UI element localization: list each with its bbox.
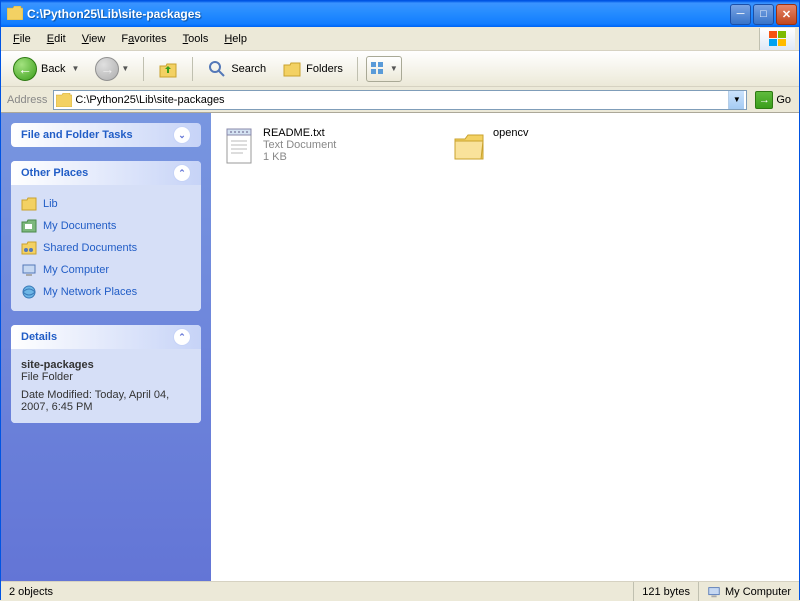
search-button[interactable]: Search bbox=[201, 55, 272, 83]
status-location-label: My Computer bbox=[725, 586, 791, 598]
back-label: Back bbox=[41, 63, 65, 75]
details-body: site-packages File Folder Date Modified:… bbox=[11, 349, 201, 423]
place-label: Lib bbox=[43, 198, 58, 210]
details-modified: Date Modified: Today, April 04, 2007, 6:… bbox=[21, 389, 191, 413]
file-readme[interactable]: README.txt Text Document 1 KB bbox=[221, 127, 421, 167]
titlebar: C:\Python25\Lib\site-packages ─ □ ✕ bbox=[1, 1, 799, 27]
window-title: C:\Python25\Lib\site-packages bbox=[27, 7, 730, 21]
folder-icon bbox=[7, 6, 23, 23]
file-name: opencv bbox=[493, 127, 528, 139]
menu-help[interactable]: Help bbox=[216, 30, 255, 48]
menu-view[interactable]: View bbox=[74, 30, 114, 48]
file-list[interactable]: README.txt Text Document 1 KB opencv bbox=[211, 113, 799, 581]
status-bytes: 121 bytes bbox=[634, 582, 699, 601]
expand-icon: ⌄ bbox=[173, 126, 191, 144]
collapse-icon: ⌃ bbox=[173, 164, 191, 182]
places-header[interactable]: Other Places ⌃ bbox=[11, 161, 201, 185]
separator bbox=[143, 57, 144, 81]
details-title: Details bbox=[21, 331, 173, 343]
window-controls: ─ □ ✕ bbox=[730, 4, 797, 25]
folder-opencv[interactable]: opencv bbox=[451, 127, 651, 167]
tasks-title: File and Folder Tasks bbox=[21, 129, 173, 141]
address-bar: Address C:\Python25\Lib\site-packages ▼ … bbox=[1, 87, 799, 113]
minimize-button[interactable]: ─ bbox=[730, 4, 751, 25]
place-label: My Network Places bbox=[43, 286, 137, 298]
separator bbox=[357, 57, 358, 81]
address-path: C:\Python25\Lib\site-packages bbox=[75, 94, 725, 106]
status-location: My Computer bbox=[699, 582, 799, 601]
folders-label: Folders bbox=[306, 63, 343, 75]
chevron-down-icon[interactable]: ▼ bbox=[71, 64, 79, 73]
place-label: Shared Documents bbox=[43, 242, 137, 254]
place-label: My Documents bbox=[43, 220, 116, 232]
forward-button[interactable]: → ▼ bbox=[89, 55, 135, 83]
toolbar: ← Back ▼ → ▼ Search Folders ▼ bbox=[1, 51, 799, 87]
place-label: My Computer bbox=[43, 264, 109, 276]
folders-button[interactable]: Folders bbox=[276, 55, 349, 83]
sidebar: File and Folder Tasks ⌄ Other Places ⌃ L… bbox=[1, 113, 211, 581]
text-file-icon bbox=[221, 127, 257, 167]
file-type: Text Document bbox=[263, 139, 336, 151]
maximize-button[interactable]: □ bbox=[753, 4, 774, 25]
tasks-header[interactable]: File and Folder Tasks ⌄ bbox=[11, 123, 201, 147]
separator bbox=[192, 57, 193, 81]
views-button[interactable]: ▼ bbox=[366, 56, 402, 82]
up-button[interactable] bbox=[152, 55, 184, 83]
address-label: Address bbox=[5, 94, 49, 106]
place-my-computer[interactable]: My Computer bbox=[21, 259, 191, 281]
place-my-network[interactable]: My Network Places bbox=[21, 281, 191, 303]
menubar: File Edit View Favorites Tools Help bbox=[1, 27, 799, 51]
menu-tools[interactable]: Tools bbox=[175, 30, 217, 48]
go-button[interactable]: → Go bbox=[751, 90, 795, 110]
search-label: Search bbox=[231, 63, 266, 75]
details-panel: Details ⌃ site-packages File Folder Date… bbox=[11, 325, 201, 423]
windows-logo-icon bbox=[759, 28, 795, 50]
collapse-icon: ⌃ bbox=[173, 328, 191, 346]
go-label: Go bbox=[776, 94, 791, 106]
close-button[interactable]: ✕ bbox=[776, 4, 797, 25]
details-name: site-packages bbox=[21, 359, 191, 371]
place-lib[interactable]: Lib bbox=[21, 193, 191, 215]
menu-file[interactable]: File bbox=[5, 30, 39, 48]
details-header[interactable]: Details ⌃ bbox=[11, 325, 201, 349]
back-button[interactable]: ← Back ▼ bbox=[7, 55, 85, 83]
tasks-panel: File and Folder Tasks ⌄ bbox=[11, 123, 201, 147]
content-area: File and Folder Tasks ⌄ Other Places ⌃ L… bbox=[1, 113, 799, 581]
chevron-down-icon[interactable]: ▼ bbox=[121, 64, 129, 73]
file-name: README.txt bbox=[263, 127, 336, 139]
statusbar: 2 objects 121 bytes My Computer bbox=[1, 581, 799, 601]
menu-favorites[interactable]: Favorites bbox=[113, 30, 174, 48]
places-panel: Other Places ⌃ Lib My Documents Shared D… bbox=[11, 161, 201, 311]
computer-icon bbox=[707, 585, 721, 599]
place-shared-documents[interactable]: Shared Documents bbox=[21, 237, 191, 259]
chevron-down-icon: ▼ bbox=[390, 64, 398, 73]
details-type: File Folder bbox=[21, 371, 191, 383]
menu-edit[interactable]: Edit bbox=[39, 30, 74, 48]
places-body: Lib My Documents Shared Documents My Com… bbox=[11, 185, 201, 311]
file-size: 1 KB bbox=[263, 151, 336, 163]
folder-icon bbox=[56, 93, 72, 107]
places-title: Other Places bbox=[21, 167, 173, 179]
address-dropdown[interactable]: ▼ bbox=[728, 91, 744, 109]
folder-icon bbox=[451, 127, 487, 167]
address-input[interactable]: C:\Python25\Lib\site-packages ▼ bbox=[53, 90, 747, 110]
status-objects: 2 objects bbox=[1, 582, 634, 601]
place-my-documents[interactable]: My Documents bbox=[21, 215, 191, 237]
